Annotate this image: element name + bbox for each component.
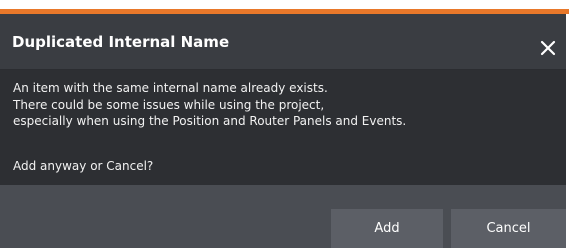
dialog-body: An item with the same internal name alre… [0,70,566,185]
dialog-title: Duplicated Internal Name [12,33,230,51]
message-line: especially when using the Position and R… [13,114,407,128]
add-button[interactable]: Add [331,209,443,248]
message-line: An item with the same internal name alre… [13,81,328,95]
dialog-footer: Add Cancel [0,185,566,248]
background-strip [0,0,569,9]
message-line: There could be some issues while using t… [13,97,325,112]
dialog-message: An item with the same internal name alre… [13,80,406,130]
close-icon[interactable] [538,38,558,58]
duplicate-name-dialog: Duplicated Internal Name An item with th… [0,14,566,248]
cancel-button[interactable]: Cancel [451,209,566,248]
dialog-header: Duplicated Internal Name [0,14,566,70]
dialog-question: Add anyway or Cancel? [13,159,154,173]
